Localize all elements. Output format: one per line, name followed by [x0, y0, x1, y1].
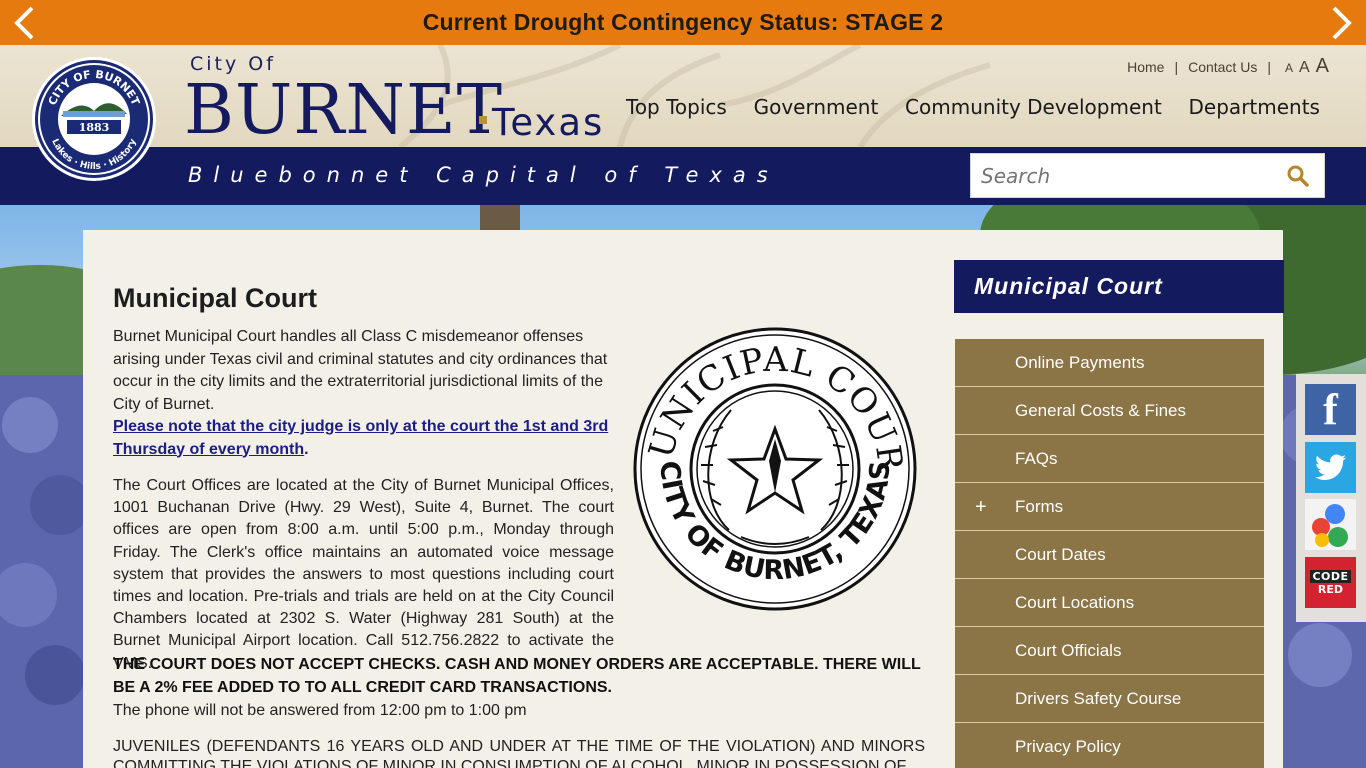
- utility-links: Home | Contact Us | A A A: [1127, 55, 1329, 78]
- alert-prev-button[interactable]: [6, 5, 42, 41]
- nav-top-topics[interactable]: Top Topics: [626, 95, 727, 119]
- judge-schedule-link-text: Please note that the city judge is only …: [113, 418, 609, 458]
- sidebar-title-text: Municipal Court: [974, 273, 1163, 299]
- sidebar-item-label: Online Payments: [1015, 352, 1145, 372]
- social-links: f CODE RED: [1296, 374, 1366, 622]
- sidebar-item-privacy-policy[interactable]: Privacy Policy: [955, 723, 1264, 768]
- sidebar-item-label: Drivers Safety Course: [1015, 688, 1182, 708]
- alert-text[interactable]: Current Drought Contingency Status: STAG…: [423, 9, 944, 36]
- chevron-left-icon: [14, 6, 34, 40]
- twitter-button[interactable]: [1305, 442, 1356, 493]
- google-icon: [1312, 504, 1348, 547]
- juvenile-notice: JUVENILES (DEFENDANTS 16 YEARS OLD AND U…: [113, 738, 925, 768]
- sidebar-item-label: Forms: [1015, 496, 1064, 516]
- judge-schedule-link[interactable]: Please note that the city judge is only …: [113, 416, 613, 461]
- page-title: Municipal Court: [113, 283, 317, 313]
- sidebar-item-faqs[interactable]: FAQs: [955, 435, 1264, 483]
- facebook-icon: f: [1323, 385, 1338, 434]
- codered-line2: RED: [1317, 583, 1344, 596]
- wordmark-dot: [479, 116, 487, 124]
- codered-button[interactable]: CODE RED: [1305, 557, 1356, 608]
- nav-government[interactable]: Government: [754, 95, 879, 119]
- sidebar-item-label: FAQs: [1015, 448, 1058, 468]
- phone-hours-notice: The phone will not be answered from 12:0…: [113, 702, 527, 719]
- municipal-court-seal: MUNICIPAL COURT CITY OF BURNET, TEXAS: [631, 325, 917, 611]
- search-box: [970, 153, 1325, 198]
- payment-notice: THE COURT DOES NOT ACCEPT CHECKS. CASH A…: [113, 656, 921, 696]
- nav-departments[interactable]: Departments: [1189, 95, 1320, 119]
- sidebar-item-label: General Costs & Fines: [1015, 400, 1187, 420]
- intro-paragraph: Burnet Municipal Court handles all Class…: [113, 326, 613, 461]
- tagline: Bluebonnet Capital of Texas: [188, 163, 779, 187]
- intro-text: Burnet Municipal Court handles all Class…: [113, 328, 608, 413]
- judge-schedule-period: .: [304, 440, 309, 458]
- divider: |: [1267, 59, 1271, 75]
- chevron-right-icon: [1332, 6, 1352, 40]
- main-nav: Top Topics Government Community Developm…: [600, 95, 1340, 119]
- city-name-wordmark[interactable]: BURNET: [184, 72, 503, 150]
- sidebar-item-court-locations[interactable]: Court Locations: [955, 579, 1264, 627]
- sidebar-item-drivers-safety-course[interactable]: Drivers Safety Course: [955, 675, 1264, 723]
- font-size-small-button[interactable]: A: [1285, 61, 1293, 75]
- nav-community-development[interactable]: Community Development: [905, 95, 1162, 119]
- expand-plus-icon[interactable]: +: [975, 496, 987, 519]
- facebook-button[interactable]: f: [1305, 384, 1356, 435]
- alert-bar: Current Drought Contingency Status: STAG…: [0, 0, 1366, 45]
- sidebar-item-label: Court Dates: [1015, 544, 1106, 564]
- office-info-paragraph: The Court Offices are located at the Cit…: [113, 477, 614, 672]
- contact-us-link[interactable]: Contact Us: [1188, 59, 1257, 75]
- codered-icon: CODE RED: [1310, 570, 1351, 596]
- font-size-medium-button[interactable]: A: [1299, 59, 1310, 77]
- sidebar-item-court-officials[interactable]: Court Officials: [955, 627, 1264, 675]
- home-link[interactable]: Home: [1127, 59, 1164, 75]
- sidebar-item-label: Court Officials: [1015, 640, 1122, 660]
- state-wordmark: Texas: [492, 101, 605, 144]
- sidebar-item-online-payments[interactable]: Online Payments: [955, 339, 1264, 387]
- city-seal-logo[interactable]: 1883 CITY OF BURNET Lakes · Hills · Hist…: [31, 56, 157, 182]
- sidebar-item-general-costs-fines[interactable]: General Costs & Fines: [955, 387, 1264, 435]
- sidebar-nav: Online Payments General Costs & Fines FA…: [955, 339, 1264, 768]
- search-icon[interactable]: [1286, 164, 1310, 188]
- sidebar-item-forms[interactable]: + Forms: [955, 483, 1264, 531]
- search-input[interactable]: [971, 163, 1271, 188]
- sidebar-item-label: Privacy Policy: [1015, 736, 1121, 756]
- font-size-large-button[interactable]: A: [1316, 55, 1329, 78]
- twitter-icon: [1314, 454, 1346, 480]
- sidebar-title: Municipal Court: [954, 260, 1284, 313]
- codered-line1: CODE: [1310, 570, 1351, 583]
- divider: |: [1174, 59, 1179, 75]
- alert-next-button[interactable]: [1324, 5, 1360, 41]
- sidebar-item-court-dates[interactable]: Court Dates: [955, 531, 1264, 579]
- google-button[interactable]: [1305, 499, 1356, 550]
- sidebar-item-label: Court Locations: [1015, 592, 1135, 612]
- logo-year: 1883: [79, 121, 110, 134]
